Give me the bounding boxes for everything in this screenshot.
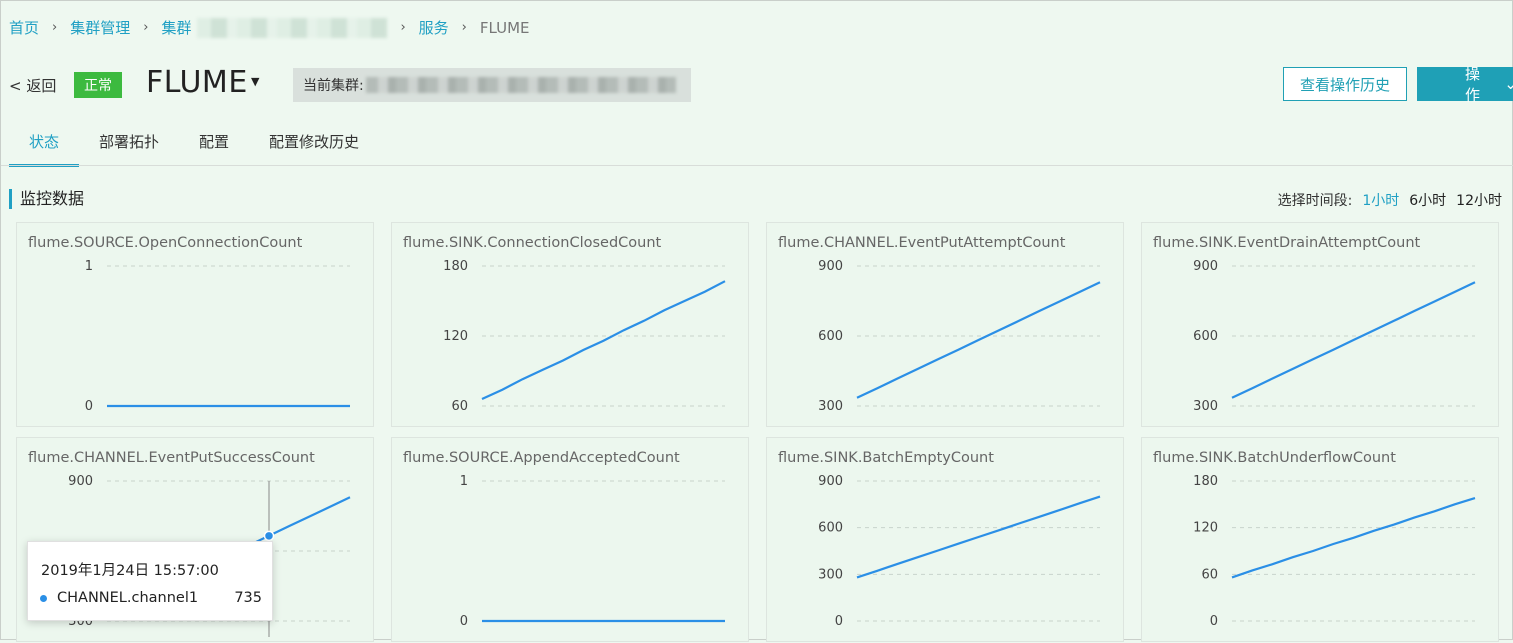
y-tick-label: 0 [1210,614,1218,629]
chevron-right-icon: › [400,20,406,35]
y-tick-label: 900 [1193,259,1218,274]
redacted-cluster-name [197,17,388,38]
breadcrumb-home[interactable]: 首页 [9,17,39,38]
chart-card[interactable]: flume.SINK.BatchUnderflowCount 180 120 60 0 [1141,437,1499,642]
line-chart: 900 600 300 0 [818,474,1101,629]
chevron-right-icon: › [143,20,149,35]
time-option-1h[interactable]: 1小时 [1362,190,1399,210]
y-tick-label: 1 [85,259,93,274]
section-title: 监控数据 [9,189,84,209]
tooltip-value: 735 [234,590,262,606]
back-link[interactable]: < 返回 [9,75,56,96]
chart-card[interactable]: flume.SINK.BatchEmptyCount 900 600 300 0 [766,437,1124,642]
line-chart: 900 600 300 [1193,259,1476,414]
y-tick-label: 120 [1193,521,1218,536]
y-tick-label: 300 [818,567,843,582]
y-tick-label: 120 [443,329,468,344]
series-line [481,280,726,401]
tooltip-series-row: CHANNEL.channel1 735 [40,590,262,606]
chevron-right-icon: › [461,20,467,35]
y-tick-label: 300 [1193,399,1218,414]
chart-card[interactable]: flume.SINK.ConnectionClosedCount 180 120 60 [391,222,749,427]
y-tick-label: 1 [460,474,468,489]
page-title[interactable]: FLUME [146,65,248,100]
breadcrumb-cluster[interactable]: 集群 [161,17,191,38]
line-chart: 10 [460,474,725,629]
view-history-button[interactable]: 查看操作历史 [1283,67,1407,101]
time-option-12h[interactable]: 12小时 [1456,190,1502,210]
chart-card[interactable]: flume.SOURCE.OpenConnectionCount 1 0 [16,222,374,427]
tooltip-series-name: CHANNEL.channel1 [57,590,199,606]
y-tick-label: 0 [835,614,843,629]
caret-down-icon[interactable]: ▼ [251,75,259,88]
time-option-6h[interactable]: 6小时 [1409,190,1446,210]
line-chart: 180 120 60 0 [1193,474,1476,629]
y-tick-label: 180 [1193,474,1218,489]
y-tick-label: 900 [818,474,843,489]
current-cluster-label: 当前集群: [303,78,364,94]
status-badge: 正常 [74,72,122,98]
redacted-cluster-id [365,77,676,93]
time-range-selector: 选择时间段: 1小时 6小时 12小时 [1278,190,1502,210]
series-dot-icon [40,594,47,602]
tab-topology[interactable]: 部署拓扑 [79,129,179,164]
y-tick-label: 900 [68,474,93,489]
tab-divider [1,165,1513,166]
time-range-label: 选择时间段: [1277,193,1353,209]
series-line [856,495,1101,579]
tab-bar: 状态 部署拓扑 配置 配置修改历史 [9,129,379,167]
line-chart: 10 [85,259,350,414]
chart-card[interactable]: flume.SINK.EventDrainAttemptCount 900 600 3… [1141,222,1499,427]
breadcrumb-services[interactable]: 服务 [419,17,449,38]
y-tick-label: 0 [460,614,468,629]
y-tick-label: 600 [1193,329,1218,344]
y-tick-label: 60 [451,399,468,414]
y-tick-label: 60 [1201,567,1218,582]
tab-config[interactable]: 配置 [179,129,249,164]
breadcrumb-cluster-management[interactable]: 集群管理 [70,17,130,38]
breadcrumb: 首页 › 集群管理 › 集群 › 服务 › FLUME [9,17,530,38]
chart-tooltip: 2019年1月24日 15:57:00 CHANNEL.channel1 735 [27,541,273,621]
y-tick-label: 600 [818,329,843,344]
actions-button[interactable]: 操作 ⌄ [1417,65,1513,104]
service-header: < 返回 正常 FLUME ▼ 当前集群: 查看操作历史 操作 ⌄ [9,65,1513,105]
series-line [1231,281,1476,399]
actions-button-label: 操作 [1465,65,1481,104]
line-chart: 180 120 60 [443,259,726,414]
hover-point [263,530,275,542]
current-cluster-box: 当前集群: [293,68,691,102]
chart-card[interactable]: flume.SOURCE.AppendAcceptedCount 1 0 [391,437,749,642]
breadcrumb-current: FLUME [479,18,530,37]
chart-card[interactable]: flume.CHANNEL.EventPutAttemptCount 900 600… [766,222,1124,427]
series-line [856,281,1101,399]
y-tick-label: 0 [85,399,93,414]
tab-config-history[interactable]: 配置修改历史 [249,129,379,164]
y-tick-label: 300 [818,399,843,414]
tab-status[interactable]: 状态 [9,129,80,167]
tooltip-date: 2019年1月24日 15:57:00 [41,563,219,579]
y-tick-label: 180 [443,259,468,274]
line-chart: 900 600 300 [818,259,1101,414]
chevron-right-icon: › [52,20,58,35]
y-tick-label: 600 [818,521,843,536]
y-tick-label: 900 [818,259,843,274]
series-line [1231,497,1476,579]
chevron-down-icon: ⌄ [1504,75,1513,93]
